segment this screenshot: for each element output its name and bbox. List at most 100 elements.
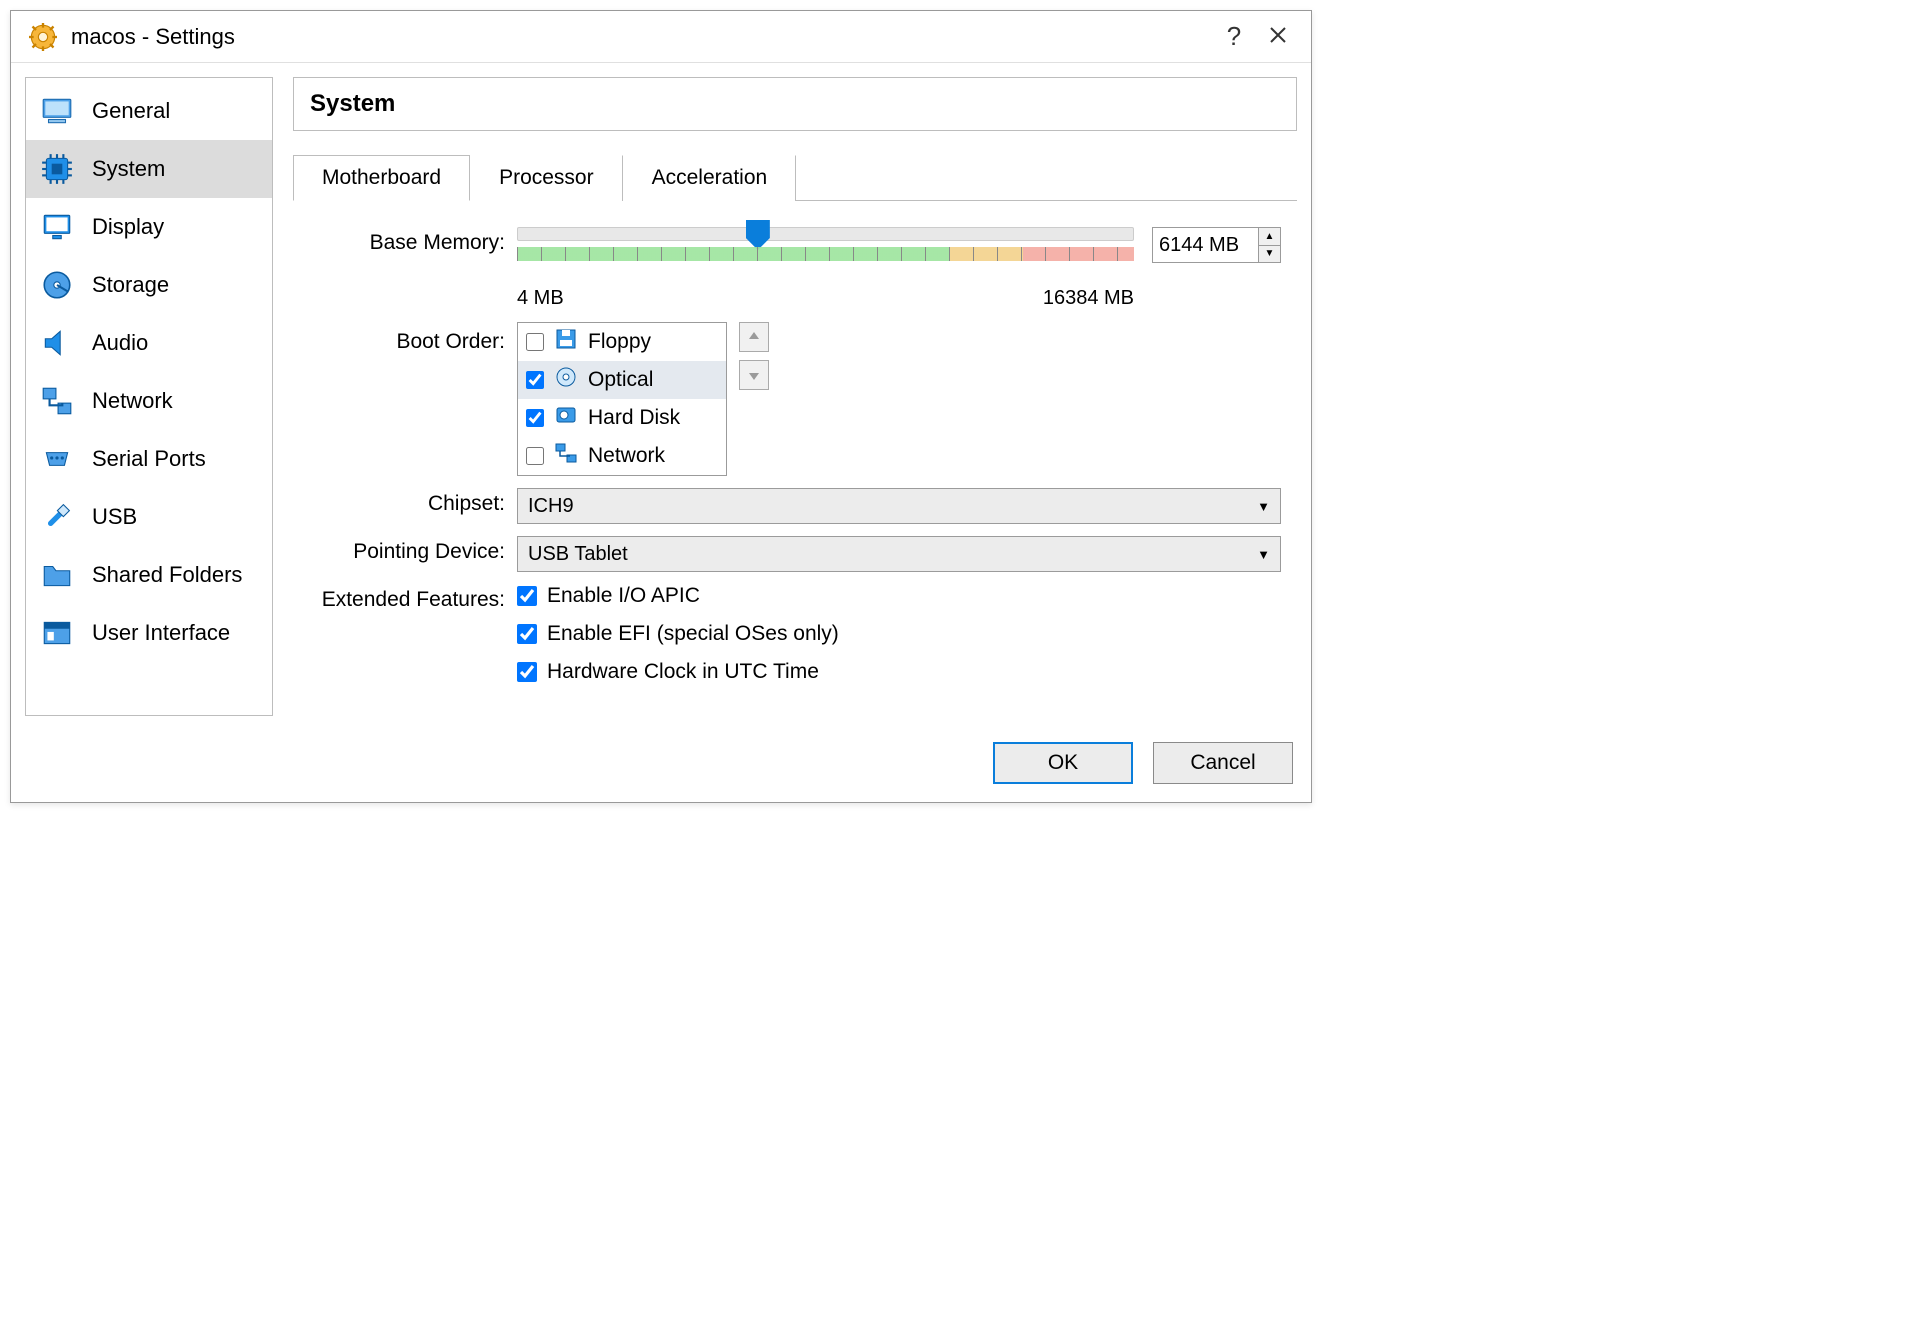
sidebar-item-label: Audio	[92, 330, 148, 356]
tabs: Motherboard Processor Acceleration	[293, 155, 1297, 201]
boot-network-checkbox[interactable]	[526, 447, 544, 465]
sidebar-item-sharedfolders[interactable]: Shared Folders	[26, 546, 272, 604]
audio-icon	[40, 326, 74, 360]
arrow-up-icon	[747, 330, 761, 344]
tab-motherboard[interactable]: Motherboard	[293, 155, 470, 201]
help-button[interactable]: ?	[1219, 21, 1249, 52]
display-icon	[40, 210, 74, 244]
sidebar-item-display[interactable]: Display	[26, 198, 272, 256]
sidebar-item-label: Display	[92, 214, 164, 240]
boot-move-up-button[interactable]	[739, 322, 769, 352]
sidebar-item-userinterface[interactable]: User Interface	[26, 604, 272, 662]
sidebar-item-usb[interactable]: USB	[26, 488, 272, 546]
sidebar-item-label: User Interface	[92, 620, 230, 646]
utc-checkbox[interactable]	[517, 662, 537, 682]
sidebar-item-label: General	[92, 98, 170, 124]
chipset-value: ICH9	[528, 495, 574, 518]
utc-label: Hardware Clock in UTC Time	[547, 660, 819, 684]
base-memory-label: Base Memory:	[309, 227, 517, 255]
settings-window: macos - Settings ? General System Displa…	[10, 10, 1312, 803]
cancel-button[interactable]: Cancel	[1153, 742, 1293, 784]
memory-spin-down[interactable]: ▼	[1259, 246, 1280, 263]
tab-label: Motherboard	[322, 166, 441, 189]
network-small-icon	[554, 441, 578, 471]
arrow-down-icon	[747, 368, 761, 382]
boot-floppy-checkbox[interactable]	[526, 333, 544, 351]
tab-panel-motherboard: Base Memory:	[293, 201, 1297, 716]
page-title: System	[293, 77, 1297, 131]
boot-item-network[interactable]: Network	[518, 437, 726, 475]
sidebar-item-network[interactable]: Network	[26, 372, 272, 430]
sidebar-item-system[interactable]: System	[26, 140, 272, 198]
titlebar: macos - Settings ?	[11, 11, 1311, 63]
ok-label: OK	[1048, 751, 1078, 774]
chip-icon	[40, 152, 74, 186]
settings-sidebar: General System Display Storage Audio Net…	[25, 77, 273, 716]
ok-button[interactable]: OK	[993, 742, 1133, 784]
feature-utc[interactable]: Hardware Clock in UTC Time	[517, 660, 1281, 684]
usb-icon	[40, 500, 74, 534]
chipset-dropdown[interactable]: ICH9 ▼	[517, 488, 1281, 524]
memory-min-label: 4 MB	[517, 287, 564, 310]
pointing-device-dropdown[interactable]: USB Tablet ▼	[517, 536, 1281, 572]
boot-order-label: Boot Order:	[309, 322, 517, 354]
chipset-label: Chipset:	[309, 488, 517, 516]
boot-item-harddisk[interactable]: Hard Disk	[518, 399, 726, 437]
boot-item-floppy[interactable]: Floppy	[518, 323, 726, 361]
tab-processor[interactable]: Processor	[470, 155, 623, 201]
window-title: macos - Settings	[71, 24, 1205, 50]
apic-checkbox[interactable]	[517, 586, 537, 606]
efi-checkbox[interactable]	[517, 624, 537, 644]
memory-spinbox[interactable]: ▲ ▼	[1152, 227, 1281, 263]
sidebar-item-label: System	[92, 156, 165, 182]
network-icon	[40, 384, 74, 418]
folder-icon	[40, 558, 74, 592]
efi-label: Enable EFI (special OSes only)	[547, 622, 839, 646]
dialog-footer: OK Cancel	[11, 730, 1311, 802]
memory-input[interactable]	[1153, 228, 1258, 262]
monitor-icon	[40, 94, 74, 128]
pointing-device-label: Pointing Device:	[309, 536, 517, 564]
boot-move-down-button[interactable]	[739, 360, 769, 390]
memory-max-label: 16384 MB	[1043, 287, 1134, 310]
feature-efi[interactable]: Enable EFI (special OSes only)	[517, 622, 1281, 646]
boot-item-label: Floppy	[588, 330, 651, 354]
boot-item-optical[interactable]: Optical	[518, 361, 726, 399]
sidebar-item-label: USB	[92, 504, 137, 530]
memory-slider[interactable]	[517, 227, 1134, 241]
optical-icon	[554, 365, 578, 395]
boot-item-label: Optical	[588, 368, 653, 392]
storage-icon	[40, 268, 74, 302]
chevron-down-icon: ▼	[1257, 547, 1270, 562]
sidebar-item-label: Storage	[92, 272, 169, 298]
app-gear-icon	[29, 23, 57, 51]
tab-acceleration[interactable]: Acceleration	[623, 155, 797, 201]
ui-icon	[40, 616, 74, 650]
sidebar-item-audio[interactable]: Audio	[26, 314, 272, 372]
boot-optical-checkbox[interactable]	[526, 371, 544, 389]
memory-spin-up[interactable]: ▲	[1259, 228, 1280, 246]
sidebar-item-label: Network	[92, 388, 173, 414]
feature-apic[interactable]: Enable I/O APIC	[517, 584, 1281, 608]
boot-harddisk-checkbox[interactable]	[526, 409, 544, 427]
sidebar-item-label: Shared Folders	[92, 562, 242, 588]
memory-ticks	[517, 247, 1134, 261]
close-button[interactable]	[1263, 24, 1293, 50]
apic-label: Enable I/O APIC	[547, 584, 700, 608]
tab-label: Acceleration	[652, 166, 768, 189]
harddisk-icon	[554, 403, 578, 433]
memory-slider-thumb[interactable]	[746, 220, 770, 250]
sidebar-item-serialports[interactable]: Serial Ports	[26, 430, 272, 488]
boot-order-list[interactable]: Floppy Optical Hard	[517, 322, 727, 476]
pointing-device-value: USB Tablet	[528, 543, 628, 566]
sidebar-item-storage[interactable]: Storage	[26, 256, 272, 314]
serial-icon	[40, 442, 74, 476]
cancel-label: Cancel	[1190, 751, 1255, 774]
extended-features-label: Extended Features:	[309, 584, 517, 612]
main-panel: System Motherboard Processor Acceleratio…	[293, 77, 1297, 716]
boot-item-label: Network	[588, 444, 665, 468]
sidebar-item-label: Serial Ports	[92, 446, 206, 472]
sidebar-item-general[interactable]: General	[26, 82, 272, 140]
floppy-icon	[554, 327, 578, 357]
chevron-down-icon: ▼	[1257, 499, 1270, 514]
